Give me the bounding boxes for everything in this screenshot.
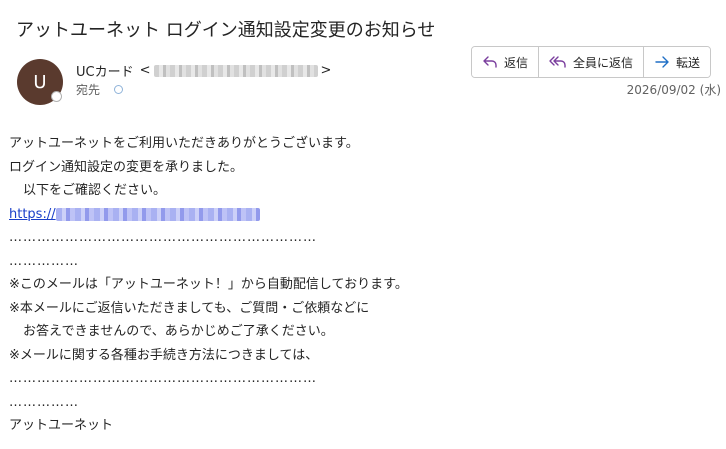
body-line: 以下をご確認ください。 xyxy=(23,183,167,198)
separator-dots: …………… xyxy=(9,394,79,410)
forward-label: 転送 xyxy=(676,55,701,70)
reply-label: 返信 xyxy=(504,55,529,70)
reply-all-icon xyxy=(549,55,567,69)
to-label: 宛先 xyxy=(76,83,101,97)
avatar-initial: U xyxy=(33,71,47,93)
sender-line[interactable]: UCカード < > xyxy=(76,61,331,80)
received-date: 2026/09/02 (水) xyxy=(626,83,721,97)
separator-dots: ………………………………………………………… xyxy=(9,230,317,245)
email-subject: アットユーネット ログイン通知設定変更のお知らせ xyxy=(16,20,436,41)
forward-icon xyxy=(654,55,670,69)
email-body: アットユーネットをご利用いただきありがとうございます。 ログイン通知設定の変更を… xyxy=(9,132,408,438)
reply-all-label: 全員に返信 xyxy=(573,55,634,70)
separator-dots: …………… xyxy=(9,253,79,269)
link-prefix: https:// xyxy=(9,206,56,222)
separator-dots: ………………………………………………………… xyxy=(9,371,317,386)
body-line: ※本メールにご返信いただきましても、ご質問・ご依頼などに xyxy=(9,300,370,316)
presence-status-icon xyxy=(51,91,62,102)
body-line: お答えできませんので、あらかじめご了承ください。 xyxy=(23,324,334,339)
sender-open-bracket: < xyxy=(139,63,151,78)
redacted-sender-address xyxy=(153,64,318,77)
reply-all-button[interactable]: 全員に返信 xyxy=(538,47,644,77)
redacted-link-url xyxy=(55,207,260,221)
message-action-bar: 返信 全員に返信 転送 xyxy=(471,46,712,78)
signature: アットユーネット xyxy=(9,418,114,433)
body-line: ※このメールは「アットユーネット！」から自動配信しております。 xyxy=(9,277,408,292)
sender-close-bracket: > xyxy=(320,63,332,78)
body-line: ログイン通知設定の変更を承りました。 xyxy=(9,159,244,175)
sender-name: UCカード xyxy=(76,65,134,80)
forward-button[interactable]: 転送 xyxy=(643,47,711,77)
reply-icon xyxy=(482,55,498,69)
email-link[interactable]: https:// xyxy=(9,203,260,227)
reply-button[interactable]: 返信 xyxy=(472,47,539,77)
body-line: ※メールに関する各種お手続き方法につきましては、 xyxy=(9,347,319,363)
body-line: アットユーネットをご利用いただきありがとうございます。 xyxy=(9,136,359,151)
recipient-status-icon xyxy=(114,85,124,94)
recipient-line: 宛先 xyxy=(76,81,124,98)
link-line: https:// xyxy=(9,203,408,227)
